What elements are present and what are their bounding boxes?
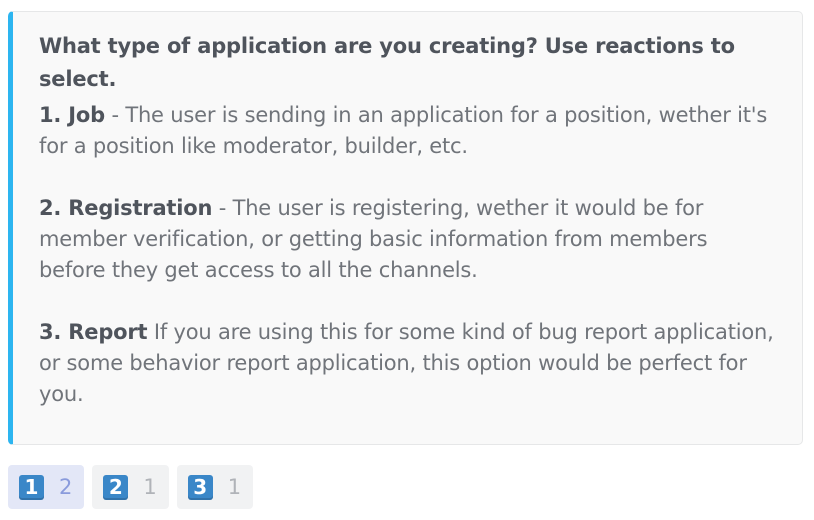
reaction-count: 2: [59, 475, 73, 499]
option-report-text: If you are using this for some kind of b…: [39, 320, 774, 406]
reaction-1-button[interactable]: 1 2: [8, 465, 85, 509]
option-job-text: - The user is sending in an application …: [39, 103, 768, 158]
option-registration: 2. Registration - The user is registerin…: [39, 193, 779, 286]
option-report-label: 3. Report: [39, 320, 148, 344]
embed-description: 1. Job - The user is sending in an appli…: [39, 100, 779, 410]
option-report: 3. Report If you are using this for some…: [39, 317, 779, 410]
reaction-count: 1: [143, 475, 157, 499]
keycap-2-icon: 2: [103, 474, 129, 500]
reactions-bar: 1 2 2 1 3 1: [8, 465, 254, 509]
reaction-count: 1: [227, 475, 242, 499]
keycap-1-icon: 1: [19, 474, 44, 500]
keycap-3-icon: 3: [187, 474, 213, 500]
embed-content: What type of application are you creatin…: [39, 30, 779, 410]
option-registration-label: 2. Registration: [39, 196, 213, 220]
application-embed: What type of application are you creatin…: [8, 11, 803, 445]
reaction-3-button[interactable]: 3 1: [176, 465, 254, 509]
reaction-2-button[interactable]: 2 1: [92, 465, 169, 509]
option-job-label: 1. Job: [39, 103, 105, 127]
embed-title: What type of application are you creatin…: [39, 34, 735, 91]
option-job: 1. Job - The user is sending in an appli…: [39, 100, 779, 162]
